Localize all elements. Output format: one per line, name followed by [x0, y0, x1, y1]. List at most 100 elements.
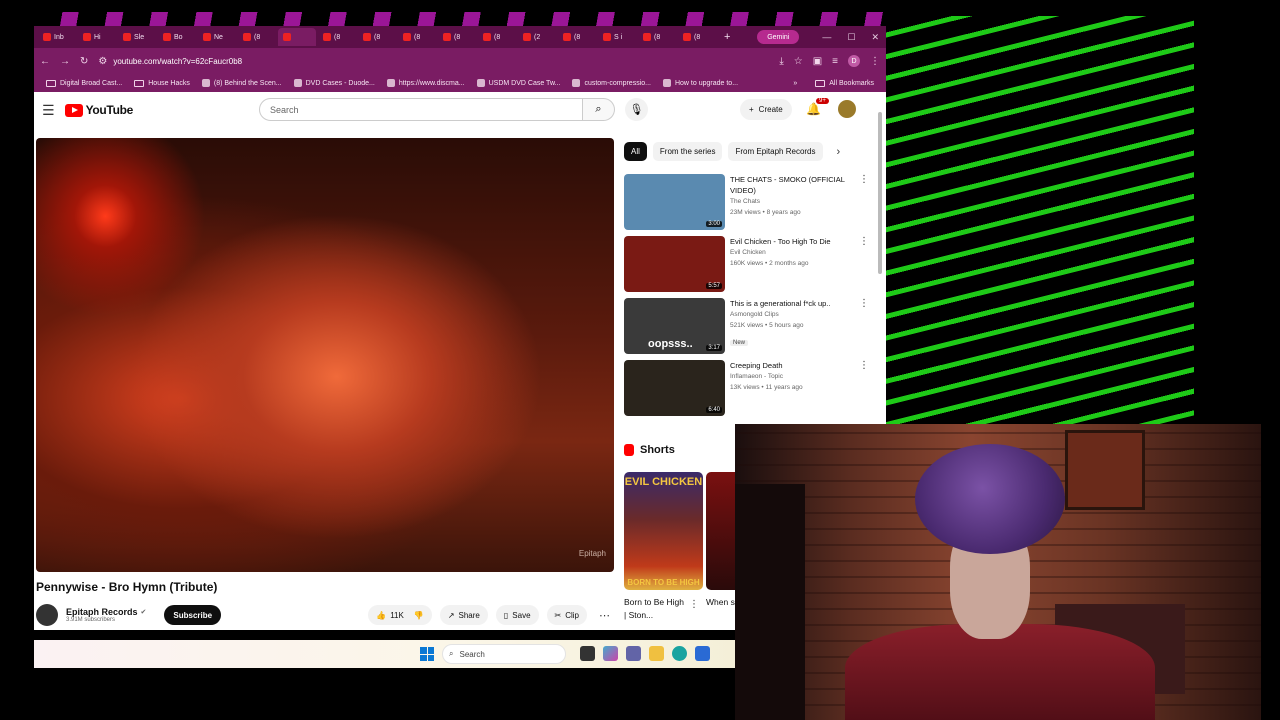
taskview-icon[interactable]	[580, 646, 595, 661]
bookmark-star-icon[interactable]: ☆	[794, 56, 803, 67]
video-thumbnail[interactable]: 6:40	[624, 360, 725, 416]
browser-tab[interactable]: (8	[478, 28, 516, 46]
more-bookmarks-icon[interactable]: »	[793, 80, 797, 87]
bookmark-item[interactable]: DVD Cases - Duode...	[288, 79, 381, 87]
video-thumbnail[interactable]: 3:00	[624, 174, 725, 230]
media-icon[interactable]: ≡	[832, 56, 838, 67]
channel-name-row[interactable]: Epitaph Records ✔	[66, 607, 146, 617]
edge-icon[interactable]	[672, 646, 687, 661]
page-scrollbar[interactable]	[878, 112, 882, 274]
recommended-video[interactable]: 3:00 THE CHATS - SMOKO (OFFICIAL VIDEO) Th…	[624, 174, 869, 232]
browser-tab[interactable]: (8	[678, 28, 716, 46]
browser-tab[interactable]: Ne	[198, 28, 236, 46]
notifications-bell-icon[interactable]: 🔔	[806, 102, 821, 116]
browser-tab[interactable]: (8	[318, 28, 356, 46]
short-more-icon[interactable]: ⋮	[689, 599, 699, 610]
more-options-icon[interactable]: ⋮	[859, 174, 869, 232]
filter-chip[interactable]: From the series	[652, 142, 723, 161]
extensions-icon[interactable]: ▣	[813, 56, 822, 67]
store-icon[interactable]	[695, 646, 710, 661]
voice-search-button[interactable]: 🎙	[625, 98, 648, 121]
share-button[interactable]: ↗ Share	[439, 605, 488, 625]
like-icon[interactable]: 👍	[376, 611, 386, 620]
maximize-icon[interactable]: ☐	[840, 32, 862, 43]
windows-start-icon[interactable]	[420, 647, 434, 661]
close-window-icon[interactable]: ✕	[864, 32, 886, 43]
filter-chip[interactable]: All	[624, 142, 647, 161]
video-title[interactable]: Creeping Death	[730, 360, 855, 371]
browser-tab[interactable]: Hi	[78, 28, 116, 46]
like-count[interactable]: 11K	[390, 611, 404, 620]
browser-tab[interactable]: Sle	[118, 28, 156, 46]
minimize-icon[interactable]: —	[815, 32, 838, 42]
gmail-icon	[43, 33, 51, 41]
video-thumbnail[interactable]: 5:57	[624, 236, 725, 292]
more-options-icon[interactable]: ⋮	[859, 298, 869, 356]
recommended-video[interactable]: 5:57 Evil Chicken - Too High To Die Evil C…	[624, 236, 869, 294]
video-title[interactable]: THE CHATS - SMOKO (OFFICIAL VIDEO)	[730, 174, 855, 196]
subscribe-button[interactable]: Subscribe	[164, 605, 222, 625]
more-options-icon[interactable]: ⋮	[859, 236, 869, 294]
taskbar-search[interactable]: ⌕ Search	[442, 644, 566, 664]
recommended-video[interactable]: oopsss.. 3:17 This is a generational f*ck …	[624, 298, 869, 356]
copilot-icon[interactable]	[603, 646, 618, 661]
bookmark-item[interactable]: USDM DVD Case Tw...	[471, 79, 567, 87]
browser-tab[interactable]: Inb	[38, 28, 76, 46]
bookmark-item[interactable]: https://www.discma...	[381, 79, 471, 87]
channel-avatar[interactable]	[36, 604, 58, 626]
site-info-icon[interactable]: ⚙	[98, 56, 107, 67]
more-actions-icon[interactable]: ⋯	[595, 609, 614, 622]
url-field[interactable]: ⚙ youtube.com/watch?v=62cFaucr0b8	[98, 56, 769, 67]
save-button[interactable]: ▯ Save	[495, 605, 539, 625]
menu-icon[interactable]: ⋮	[870, 56, 880, 67]
short-thumbnail[interactable]: EVIL CHICKEN BORN TO BE HIGH	[624, 472, 703, 590]
short-caption[interactable]: Born to Be High | Ston...	[624, 596, 686, 622]
reload-icon[interactable]: ↻	[80, 56, 88, 67]
browser-tab[interactable]	[278, 28, 316, 46]
menu-hamburger-icon[interactable]: ☰	[42, 102, 55, 119]
all-bookmarks-button[interactable]: All Bookmarks	[809, 79, 880, 87]
bookmark-item[interactable]: Digital Broad Cast...	[40, 79, 128, 87]
channel-name[interactable]: Asmongold Clips	[730, 309, 855, 320]
profile-avatar[interactable]: D	[848, 55, 860, 67]
browser-tab[interactable]: (8	[438, 28, 476, 46]
browser-tab[interactable]: (8	[638, 28, 676, 46]
browser-tab[interactable]: S i	[598, 28, 636, 46]
back-icon[interactable]: ←	[40, 56, 50, 67]
more-options-icon[interactable]: ⋮	[859, 360, 869, 418]
bookmark-item[interactable]: (8) Behind the Scen...	[196, 79, 288, 87]
video-player[interactable]: Epitaph	[36, 138, 614, 572]
video-title[interactable]: This is a generational f*ck up..	[730, 298, 855, 309]
clip-button[interactable]: ✂ Clip	[546, 605, 587, 625]
browser-tab[interactable]: (2	[518, 28, 556, 46]
channel-name[interactable]: Evil Chicken	[730, 247, 855, 258]
bookmark-item[interactable]: How to upgrade to...	[657, 79, 744, 87]
filter-chip[interactable]: From Epitaph Records	[728, 142, 823, 161]
video-title[interactable]: Evil Chicken - Too High To Die	[730, 236, 855, 247]
browser-tab[interactable]: (8	[398, 28, 436, 46]
bookmark-item[interactable]: custom-compressio...	[566, 79, 657, 87]
search-button[interactable]: ⌕	[583, 98, 615, 121]
dislike-icon[interactable]: 👎	[414, 611, 424, 620]
browser-tab[interactable]: (8	[238, 28, 276, 46]
forward-icon[interactable]: →	[60, 56, 70, 67]
teams-icon[interactable]	[626, 646, 641, 661]
install-icon[interactable]: ⤓	[779, 56, 783, 67]
file-explorer-icon[interactable]	[649, 646, 664, 661]
gemini-button[interactable]: Gemini	[757, 30, 800, 44]
account-avatar[interactable]	[838, 100, 856, 118]
browser-tab[interactable]: Bo	[158, 28, 196, 46]
new-tab-button[interactable]: +	[718, 31, 736, 43]
search-input[interactable]: Search	[259, 98, 583, 121]
youtube-logo[interactable]: YouTube	[64, 103, 133, 117]
channel-name[interactable]: The Chats	[730, 196, 855, 207]
youtube-icon	[403, 33, 411, 41]
channel-name[interactable]: Inflamaeon - Topic	[730, 371, 855, 382]
browser-tab[interactable]: (8	[558, 28, 596, 46]
video-thumbnail[interactable]: oopsss.. 3:17	[624, 298, 725, 354]
recommended-video[interactable]: 6:40 Creeping Death Inflamaeon - Topic 13K …	[624, 360, 869, 418]
chevron-right-icon[interactable]: ›	[837, 146, 841, 158]
browser-tab[interactable]: (8	[358, 28, 396, 46]
create-button[interactable]: + Create	[740, 99, 792, 120]
bookmark-item[interactable]: House Hacks	[128, 79, 196, 87]
